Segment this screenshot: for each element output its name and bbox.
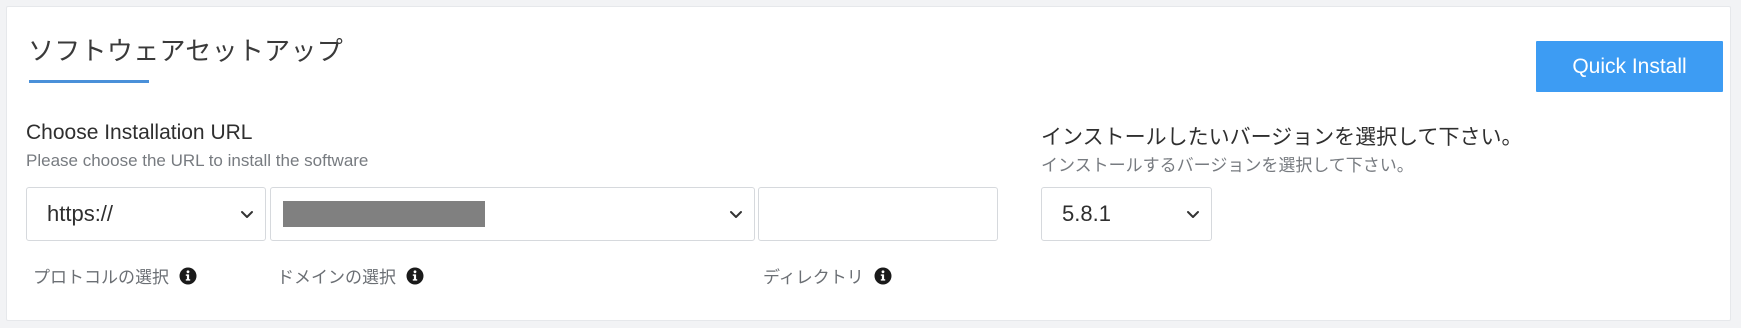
protocol-selected-value: https:// [47, 201, 114, 226]
chevron-down-icon [239, 206, 255, 222]
info-icon[interactable] [874, 267, 892, 285]
version-subheading: インストールするバージョンを選択して下さい。 [1041, 156, 1414, 175]
domain-redacted-value [283, 201, 485, 227]
directory-field-label: ディレクトリ [763, 263, 892, 288]
directory-label-text: ディレクトリ [763, 268, 864, 287]
software-setup-card: ソフトウェアセットアップ Quick Install Choose Instal… [6, 6, 1731, 321]
domain-field-label: ドメインの選択 [277, 263, 424, 288]
domain-label-text: ドメインの選択 [277, 268, 396, 287]
chevron-down-icon [1185, 206, 1201, 222]
domain-select[interactable] [270, 187, 755, 241]
version-selected-value: 5.8.1 [1062, 201, 1111, 226]
info-icon[interactable] [406, 267, 424, 285]
page-title: ソフトウェアセットアップ [28, 36, 344, 66]
protocol-select[interactable]: https:// [26, 187, 266, 241]
chevron-down-icon [728, 206, 744, 222]
installation-url-heading: Choose Installation URL [26, 121, 253, 144]
protocol-label-text: プロトコルの選択 [33, 268, 169, 287]
protocol-field-label: プロトコルの選択 [33, 263, 197, 288]
title-underline [29, 80, 149, 83]
version-select[interactable]: 5.8.1 [1041, 187, 1212, 241]
directory-input[interactable] [758, 187, 998, 241]
info-icon[interactable] [179, 267, 197, 285]
version-heading: インストールしたいバージョンを選択して下さい。 [1041, 126, 1523, 149]
quick-install-button[interactable]: Quick Install [1536, 41, 1723, 92]
installation-url-subheading: Please choose the URL to install the sof… [26, 151, 369, 170]
